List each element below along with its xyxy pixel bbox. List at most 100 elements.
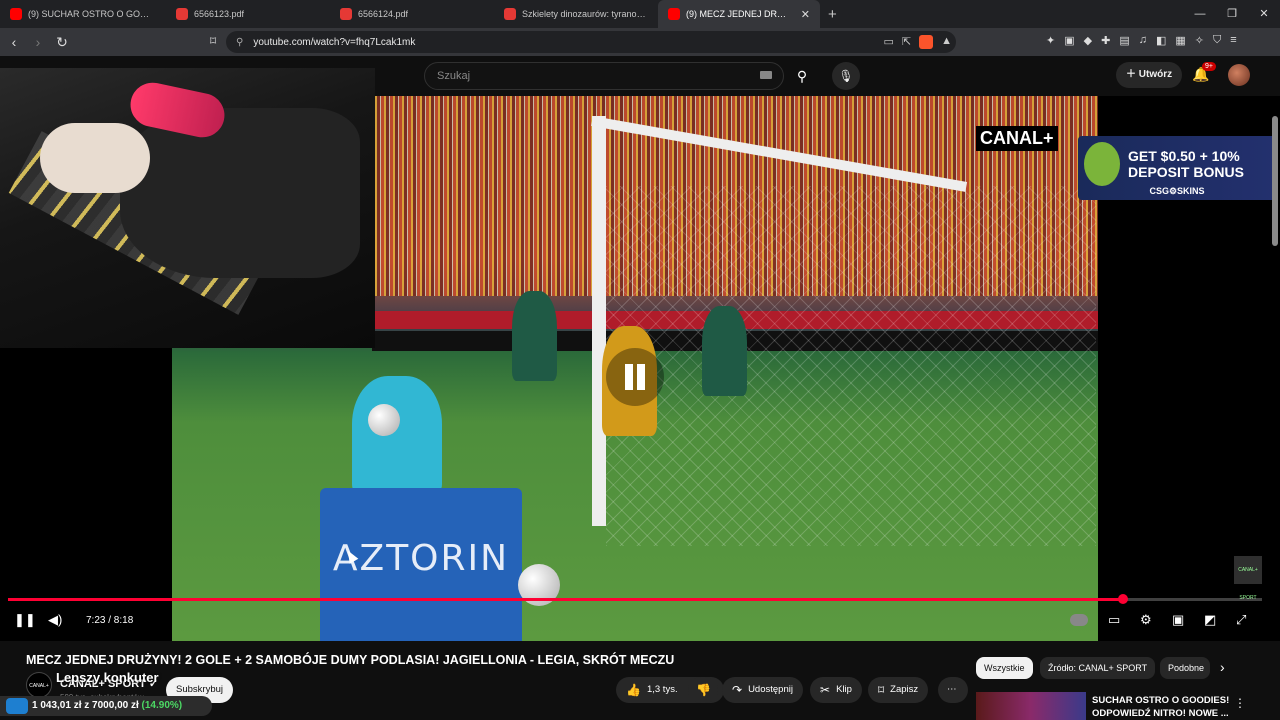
menu-icon[interactable]: ≡ — [1230, 34, 1236, 47]
pause-overlay-icon[interactable] — [606, 348, 664, 406]
search-button[interactable]: ⚲ — [786, 62, 818, 90]
progress-scrubber[interactable] — [1117, 594, 1128, 604]
channel-watermark[interactable]: CANAL+ SPORT — [1234, 556, 1262, 601]
keyboard-icon[interactable] — [760, 71, 772, 79]
ad-headline-2: DEPOSIT BONUS — [1128, 164, 1244, 180]
browser-tab[interactable]: 6566123.pdf — [166, 0, 330, 28]
chip-source[interactable]: Źródło: CANAL+ SPORT — [1040, 657, 1156, 679]
youtube-icon — [668, 8, 680, 20]
dislike-button[interactable]: 👎 — [688, 677, 718, 703]
forward-button[interactable]: › — [28, 34, 48, 50]
miniplayer-icon[interactable]: ▣ — [1172, 612, 1184, 628]
chip-all[interactable]: Wszystkie — [976, 657, 1033, 679]
pdf-icon — [504, 8, 516, 20]
autoplay-toggle[interactable] — [1070, 614, 1088, 626]
tab-title: 6566124.pdf — [358, 9, 409, 19]
settings-gear-icon[interactable]: ⚙ — [1140, 612, 1152, 628]
music-icon[interactable]: ♫ — [1139, 34, 1147, 47]
extension-icon[interactable]: ◆ — [1084, 34, 1092, 47]
video-player[interactable]: AZTORIN CANAL+ CANAL+ SPORT GET $0.50 + … — [0, 68, 1280, 641]
create-button[interactable]: ＋ Utwórz — [1116, 62, 1183, 88]
thumbs-down-icon: 👎 — [696, 683, 711, 697]
search-input[interactable]: Szukaj — [424, 62, 784, 90]
chip-similar[interactable]: Podobne — [1160, 657, 1210, 679]
recommended-video-thumbnail[interactable] — [976, 692, 1086, 720]
volume-icon[interactable]: ◀) — [48, 612, 62, 628]
chevron-right-icon[interactable]: › — [1220, 659, 1225, 675]
subtitles-icon[interactable]: ▭ — [1108, 612, 1120, 628]
player-figure — [512, 291, 557, 381]
browser-tab[interactable]: 6566124.pdf — [330, 0, 494, 28]
progress-bar[interactable] — [8, 594, 1262, 604]
notifications-badge: 9+ — [1202, 62, 1216, 71]
stream-overlay-text: Lepszy konkuter — [56, 670, 159, 685]
more-vert-icon[interactable]: ⋮ — [1234, 696, 1246, 710]
donation-icon — [6, 698, 28, 714]
pause-button[interactable]: ❚❚ — [14, 612, 36, 628]
brave-shield-icon[interactable] — [919, 35, 934, 49]
ad-headline: GET $0.50 + 10% — [1128, 148, 1240, 164]
like-count: 1,3 tys. — [646, 684, 678, 695]
tab-title: (9) SUCHAR OSTRO O GOODIES! OD — [28, 9, 156, 19]
cast-icon[interactable]: ▭ — [883, 35, 893, 49]
share-button[interactable]: ↷ Udostępnij — [722, 677, 803, 703]
clip-label: Klip — [836, 684, 852, 695]
save-button[interactable]: ⌑ Zapisz — [868, 677, 929, 703]
sidebar-icon[interactable]: ◧ — [1156, 34, 1166, 47]
voice-search-button[interactable]: 🎙 — [832, 62, 860, 90]
fullscreen-icon[interactable]: ⤢ — [1236, 612, 1246, 628]
leo-icon[interactable]: ✧ — [1195, 34, 1204, 47]
canal-plus-logo: CANAL+ — [976, 126, 1058, 151]
wallet-icon[interactable]: ▦ — [1175, 34, 1185, 47]
tab-title: (9) MECZ JEDNEJ DRUŻYNY! — [686, 9, 791, 19]
donation-amount: 1 043,01 zł z 7000,00 zł — [32, 700, 139, 711]
donation-percent: (14.90%) — [141, 700, 183, 711]
close-tab-icon[interactable]: ✕ — [801, 8, 810, 21]
address-bar[interactable]: ⚲ youtube.com/watch?v=fhq7Lcak1mk ▭ ⇱ ▲ — [226, 31, 956, 53]
account-avatar[interactable] — [1228, 64, 1250, 86]
extension-icon[interactable]: ▣ — [1064, 34, 1074, 47]
share-label: Udostępnij — [748, 684, 793, 695]
vpn-icon[interactable]: ⛉ — [1213, 34, 1221, 47]
share-icon[interactable]: ⇱ — [902, 35, 911, 49]
progress-bar-fill — [8, 598, 1123, 601]
extensions-area: ✦ ▣ ◆ ✚ ▤ ♫ ◧ ▦ ✧ ⛉ ≡ — [1046, 34, 1237, 47]
maximize-button[interactable]: ❐ — [1216, 0, 1248, 28]
browser-tab-active[interactable]: (9) MECZ JEDNEJ DRUŻYNY! ✕ — [658, 0, 820, 28]
back-button[interactable]: ‹ — [4, 34, 24, 50]
rewards-icon[interactable]: ▲ — [941, 35, 952, 49]
reload-button[interactable]: ↻ — [52, 34, 72, 51]
rec-title-line: SUCHAR OSTRO O GOODIES! — [1092, 695, 1230, 706]
browser-tab-bar: (9) SUCHAR OSTRO O GOODIES! OD 6566123.p… — [0, 0, 1280, 28]
extension-icon[interactable]: ▤ — [1119, 34, 1129, 47]
browser-tab[interactable]: (9) SUCHAR OSTRO O GOODIES! OD — [0, 0, 166, 28]
more-actions-button[interactable]: ⋯ — [938, 677, 968, 703]
extensions-puzzle-icon[interactable]: ✚ — [1101, 34, 1110, 47]
minimize-button[interactable]: — — [1184, 0, 1216, 28]
cast-icon[interactable]: ◩ — [1204, 612, 1216, 628]
recommended-video-title[interactable]: SUCHAR OSTRO O GOODIES! ODPOWIEDŹ NITRO!… — [1092, 694, 1229, 720]
page-scrollbar[interactable] — [1272, 116, 1278, 246]
url-text: youtube.com/watch?v=fhq7Lcak1mk — [253, 36, 416, 48]
close-window-button[interactable]: ✕ — [1248, 0, 1280, 28]
site-info-icon[interactable]: ⚲ — [236, 37, 243, 48]
rec-title-line: ODPOWIEDŹ NITRO! NOWE ... — [1092, 708, 1229, 719]
player-figure — [702, 306, 747, 396]
bookmark-icon[interactable]: ⌑ — [210, 34, 216, 48]
thumbs-up-icon: 👍 — [626, 683, 641, 697]
clip-button[interactable]: ✂ Klip — [810, 677, 862, 703]
pdf-icon — [340, 8, 352, 20]
ad-brand: CSG⚙SKINS — [1149, 186, 1205, 196]
create-label: Utwórz — [1138, 69, 1173, 80]
new-tab-button[interactable]: + — [820, 6, 845, 23]
ad-mascot-image — [1084, 142, 1120, 186]
browser-tab[interactable]: Szkielety dinozaurów: tyranozaur 76 — [494, 0, 658, 28]
channel-avatar[interactable]: CANAL+ — [26, 672, 52, 698]
time-display: 7:23 / 8:18 — [86, 615, 134, 626]
youtube-icon — [10, 8, 22, 20]
save-label: Zapisz — [890, 684, 919, 695]
pdf-icon — [176, 8, 188, 20]
youtube-page: Szukaj ⚲ 🎙 ＋ Utwórz 🔔 9+ AZTORIN CANAL+ … — [0, 56, 1280, 720]
ad-banner[interactable]: GET $0.50 + 10% DEPOSIT BONUS CSG⚙SKINS — [1078, 136, 1276, 200]
extension-icon[interactable]: ✦ — [1046, 34, 1055, 47]
